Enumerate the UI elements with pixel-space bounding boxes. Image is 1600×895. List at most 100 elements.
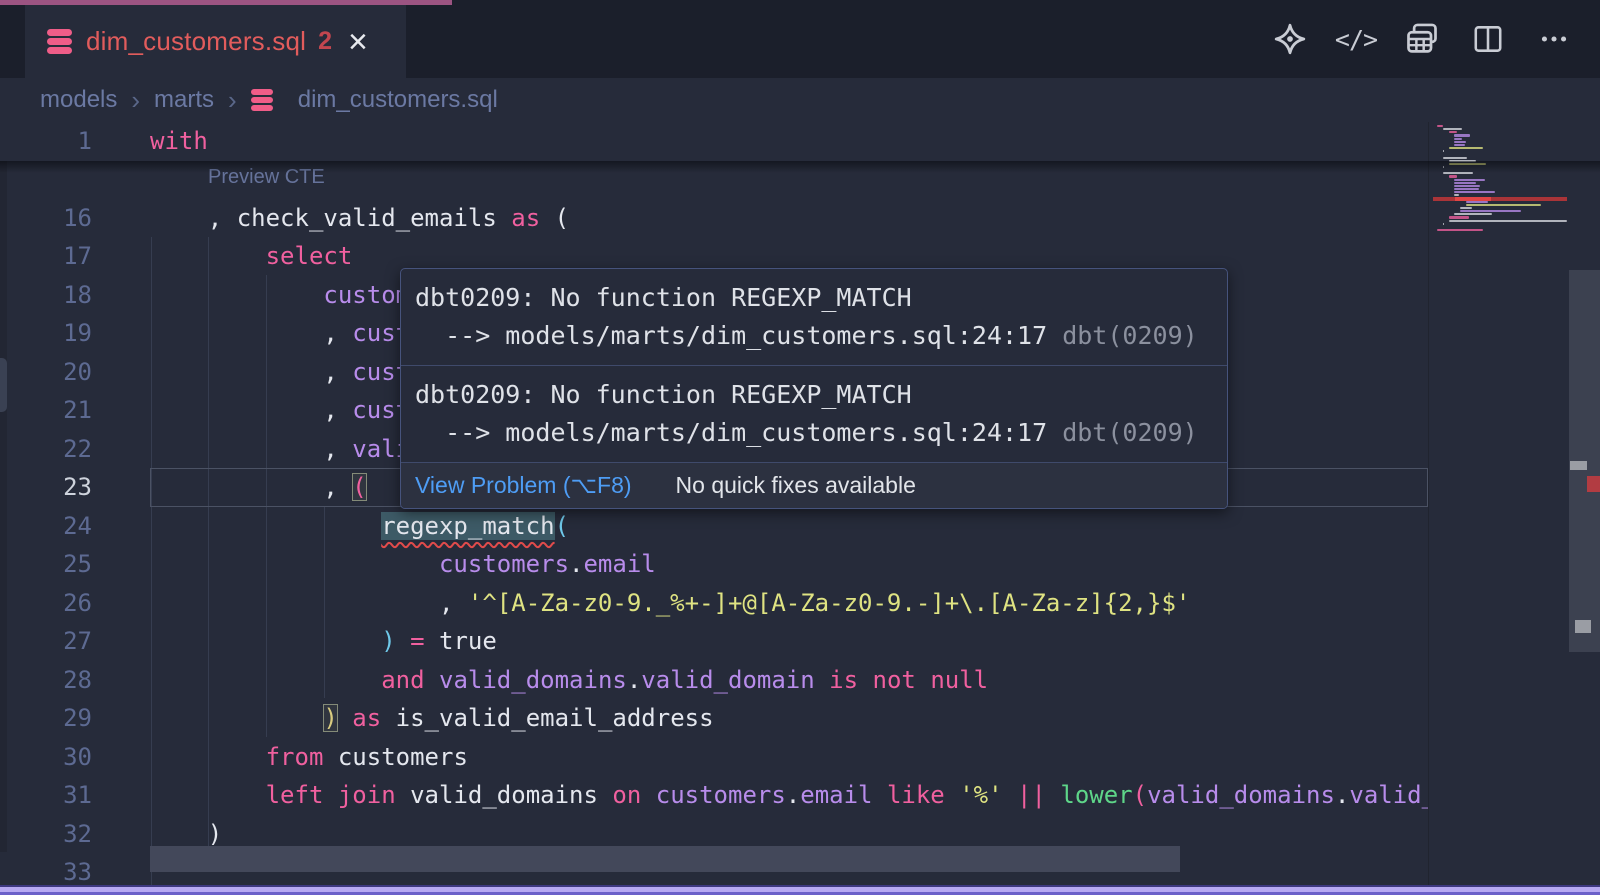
code-token: email xyxy=(800,781,872,809)
editor-window: dim_customers.sql 2 × </> xyxy=(0,0,1600,895)
minimap-code-line xyxy=(1449,147,1484,149)
quick-fix-status: No quick fixes available xyxy=(676,472,916,499)
minimap-code-line xyxy=(1454,213,1492,215)
minimap-code-line xyxy=(1437,125,1443,127)
sticky-line-number: 1 xyxy=(0,122,92,161)
line-number: 22 xyxy=(0,430,92,469)
code-token: valid_domains xyxy=(439,666,627,694)
sticky-scroll-line[interactable]: 1 with xyxy=(0,122,1428,161)
minimap-code-line xyxy=(1454,141,1466,143)
code-token: '%' xyxy=(959,781,1002,809)
code-token: on xyxy=(612,781,641,809)
problem-location[interactable]: --> models/marts/dim_customers.sql:24:17 xyxy=(415,418,1047,447)
code-line-text: , '^[A-Za-z0-9._%+-]+@[A-Za-z0-9.-]+\.[A… xyxy=(150,584,1190,623)
code-token: and xyxy=(381,666,424,694)
dbt-icon[interactable] xyxy=(1272,21,1308,57)
code-line-text: customers.email xyxy=(150,545,656,584)
close-icon[interactable]: × xyxy=(348,27,368,57)
code-token: is_valid_email_address xyxy=(396,704,714,732)
code-token: customers xyxy=(439,550,569,578)
editor-toolbar: </> xyxy=(1272,0,1572,78)
window-bottom-border xyxy=(0,885,1600,895)
code-line[interactable]: 30 from customers xyxy=(0,738,1428,777)
code-token xyxy=(150,550,439,578)
minimap-code-line xyxy=(1443,223,1444,225)
code-line[interactable]: 29 ) as is_valid_email_address xyxy=(0,699,1428,738)
minimap-code-line xyxy=(1454,185,1480,187)
minimap-code-line xyxy=(1454,138,1461,140)
code-line-text: left join valid_domains on customers.ema… xyxy=(150,776,1428,815)
code-token: ( xyxy=(540,204,569,232)
ruler-info-mark xyxy=(1575,620,1591,633)
code-line[interactable]: 25 customers.email xyxy=(0,545,1428,584)
code-line[interactable]: 28 and valid_domains.valid_domain is not… xyxy=(0,661,1428,700)
tab-problem-count: 2 xyxy=(318,27,332,56)
line-number: 18 xyxy=(0,276,92,315)
minimap-code-line xyxy=(1454,144,1464,146)
minimap-code-line xyxy=(1454,179,1484,181)
code-line-text: and valid_domains.valid_domain is not nu… xyxy=(150,661,988,700)
code-token: . xyxy=(786,781,800,809)
code-line[interactable]: 24 regexp_match( xyxy=(0,507,1428,546)
code-line[interactable]: 27 ) = true xyxy=(0,622,1428,661)
chevron-right-icon: › xyxy=(228,85,237,116)
code-token: . xyxy=(1335,781,1349,809)
tab-title: dim_customers.sql xyxy=(86,26,306,57)
code-line[interactable]: 26 , '^[A-Za-z0-9._%+-]+@[A-Za-z0-9.-]+\… xyxy=(0,584,1428,623)
more-actions-icon[interactable] xyxy=(1536,21,1572,57)
tab-dim-customers[interactable]: dim_customers.sql 2 × xyxy=(25,5,406,78)
code-token xyxy=(381,704,395,732)
code-line-text: regexp_match( xyxy=(150,507,569,546)
code-line-text: ) as is_valid_email_address xyxy=(150,699,714,738)
breadcrumb-file[interactable]: dim_customers.sql xyxy=(251,86,498,114)
overview-ruler[interactable] xyxy=(1568,122,1600,895)
minimap-code-line xyxy=(1449,220,1567,222)
code-line[interactable]: 16 , check_valid_emails as ( xyxy=(0,199,1428,238)
code-token xyxy=(641,781,655,809)
query-results-icon[interactable] xyxy=(1404,21,1440,57)
horizontal-scrollbar[interactable] xyxy=(150,846,1180,872)
code-token xyxy=(150,666,381,694)
code-token xyxy=(150,704,323,732)
minimap[interactable] xyxy=(1428,122,1568,895)
code-line[interactable]: 31 left join valid_domains on customers.… xyxy=(0,776,1428,815)
error-token: regexp_match xyxy=(381,512,554,540)
code-token: . xyxy=(569,550,583,578)
minimap-code-line xyxy=(1454,188,1479,190)
line-number: 21 xyxy=(0,391,92,430)
code-line-text: , check_valid_emails as ( xyxy=(150,199,569,238)
breadcrumb-marts[interactable]: marts xyxy=(154,86,214,114)
tab-bar: dim_customers.sql 2 × </> xyxy=(0,0,1600,78)
code-token: ) xyxy=(381,627,395,655)
code-token xyxy=(150,627,381,655)
code-icon[interactable]: </> xyxy=(1338,21,1374,57)
code-token: valid_domains xyxy=(1147,781,1335,809)
code-token xyxy=(150,281,323,309)
code-token: from xyxy=(266,743,324,771)
code-token: , xyxy=(150,435,352,463)
line-number: 28 xyxy=(0,661,92,700)
minimap-code-line xyxy=(1449,175,1458,177)
code-token xyxy=(497,204,511,232)
sidebar-drag-handle[interactable] xyxy=(0,358,7,412)
code-token xyxy=(396,781,410,809)
view-problem-link[interactable]: View Problem (⌥F8) xyxy=(415,472,632,499)
problem-location[interactable]: --> models/marts/dim_customers.sql:24:17 xyxy=(415,321,1047,350)
code-token xyxy=(1046,781,1060,809)
code-token: valid_domain xyxy=(1349,781,1428,809)
code-token: customers xyxy=(338,743,468,771)
line-number: 19 xyxy=(0,314,92,353)
code-token: ) xyxy=(323,704,337,732)
minimap-code-line xyxy=(1443,157,1468,159)
code-token: ( xyxy=(555,512,569,540)
split-editor-icon[interactable] xyxy=(1470,21,1506,57)
code-token: left join xyxy=(266,781,396,809)
problem-message: dbt0209: No function REGEXP_MATCH xyxy=(415,380,912,409)
chevron-right-icon: › xyxy=(131,85,140,116)
database-icon xyxy=(47,29,72,54)
minimap-code-line xyxy=(1454,194,1458,196)
line-number: 20 xyxy=(0,353,92,392)
minimap-code-line xyxy=(1443,150,1444,152)
breadcrumb-models[interactable]: models xyxy=(40,86,117,114)
problem-hover-popup: dbt0209: No function REGEXP_MATCH --> mo… xyxy=(400,268,1228,509)
